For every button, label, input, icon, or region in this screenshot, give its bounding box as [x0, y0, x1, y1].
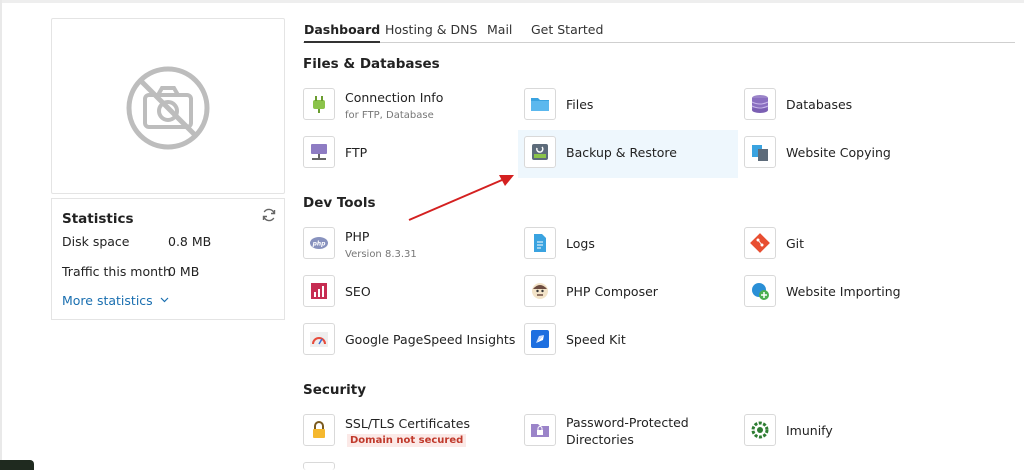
locked-folder-icon: [524, 414, 556, 446]
tool-databases[interactable]: Databases: [744, 88, 944, 128]
tool-name: Backup & Restore: [566, 145, 677, 160]
tool-name: Password-Protected: [566, 415, 689, 430]
tool-ftp[interactable]: FTP: [303, 136, 503, 176]
seo-chart-icon: [303, 275, 335, 307]
tool-subtitle: for FTP, Database: [345, 110, 434, 121]
tool-pagespeed-insights[interactable]: Google PageSpeed Insights: [303, 323, 518, 363]
tool-seo[interactable]: SEO: [303, 275, 503, 315]
tab-get-started[interactable]: Get Started: [531, 22, 603, 37]
plug-icon: [303, 88, 335, 120]
document-icon: [524, 227, 556, 259]
database-icon: [744, 88, 776, 120]
traffic-value: 0 MB: [168, 264, 200, 279]
tool-name: SEO: [345, 284, 371, 299]
chevron-down-icon: [160, 297, 169, 303]
no-screenshot-icon: [126, 66, 210, 150]
tool-name-line2: Directories: [566, 432, 634, 447]
traffic-label: Traffic this month: [62, 264, 171, 279]
tab-bar: Dashboard Hosting & DNS Mail Get Started: [303, 20, 1015, 43]
backup-icon: [524, 136, 556, 168]
tool-subtitle: Version 8.3.31: [345, 249, 417, 260]
tool-name: Logs: [566, 236, 595, 251]
tool-name: Files: [566, 97, 594, 112]
section-files-databases: Files & Databases: [303, 56, 440, 72]
tool-name: PHP: [345, 229, 370, 244]
tool-name: Speed Kit: [566, 332, 626, 347]
tool-name: SSL/TLS Certificates: [345, 416, 470, 431]
domain-status-badge: Domain not secured: [347, 434, 467, 447]
tool-name: Website Importing: [786, 284, 901, 299]
statistics-panel: Statistics Disk space 0.8 MB Traffic thi…: [51, 198, 285, 320]
disk-space-label: Disk space: [62, 234, 130, 249]
tool-website-importing[interactable]: Website Importing: [744, 275, 944, 315]
tool-name: Imunify: [786, 423, 833, 438]
globe-import-icon: [744, 275, 776, 307]
rocket-icon: [524, 323, 556, 355]
git-icon: [744, 227, 776, 259]
copy-icon: [744, 136, 776, 168]
tool-connection-info[interactable]: Connection Info for FTP, Database: [303, 88, 503, 128]
tool-files[interactable]: Files: [524, 88, 724, 128]
svg-text:php: php: [312, 241, 327, 248]
tool-logs[interactable]: Logs: [524, 227, 724, 267]
tool-name: PHP Composer: [566, 284, 658, 299]
tool-backup-restore[interactable]: Backup & Restore: [518, 130, 738, 178]
refresh-icon[interactable]: [261, 207, 277, 223]
tool-imunify[interactable]: Imunify: [744, 414, 944, 454]
tool-ssl-certificates[interactable]: SSL/TLS Certificates Domain not secured: [303, 414, 513, 454]
tool-git[interactable]: Git: [744, 227, 944, 267]
tool-password-protected-directories[interactable]: Password-Protected Directories: [524, 414, 734, 454]
disk-space-value: 0.8 MB: [168, 234, 212, 249]
statistics-title: Statistics: [62, 211, 134, 227]
folder-icon: [524, 88, 556, 120]
ftp-server-icon: [303, 136, 335, 168]
tool-name: Connection Info: [345, 90, 444, 105]
tool-speed-kit[interactable]: Speed Kit: [524, 323, 724, 363]
tab-hosting-dns[interactable]: Hosting & DNS: [385, 22, 477, 37]
tool-name: FTP: [345, 145, 368, 160]
php-icon: php: [303, 227, 335, 259]
tool-name: Git: [786, 236, 805, 251]
section-dev-tools: Dev Tools: [303, 195, 376, 211]
corner-widget: [0, 460, 34, 470]
composer-icon: [524, 275, 556, 307]
tool-php[interactable]: php PHP Version 8.3.31: [303, 227, 503, 267]
more-statistics-link[interactable]: More statistics: [62, 293, 169, 308]
tab-mail[interactable]: Mail: [487, 22, 512, 37]
tool-name: Website Copying: [786, 145, 891, 160]
tool-website-copying[interactable]: Website Copying: [744, 136, 944, 176]
pagespeed-gauge-icon: [303, 323, 335, 355]
section-security: Security: [303, 382, 367, 398]
tool-name: Google PageSpeed Insights: [345, 332, 516, 347]
tool-php-composer[interactable]: PHP Composer: [524, 275, 724, 315]
top-border: [0, 0, 1024, 3]
website-preview[interactable]: [51, 18, 285, 194]
tab-dashboard[interactable]: Dashboard: [304, 22, 381, 43]
imunify-shield-icon: [744, 414, 776, 446]
next-tool-icon-partial[interactable]: [303, 462, 335, 470]
more-statistics-label: More statistics: [62, 293, 153, 308]
left-border: [0, 0, 2, 470]
tool-name: Databases: [786, 97, 853, 112]
lock-icon: [303, 414, 335, 446]
